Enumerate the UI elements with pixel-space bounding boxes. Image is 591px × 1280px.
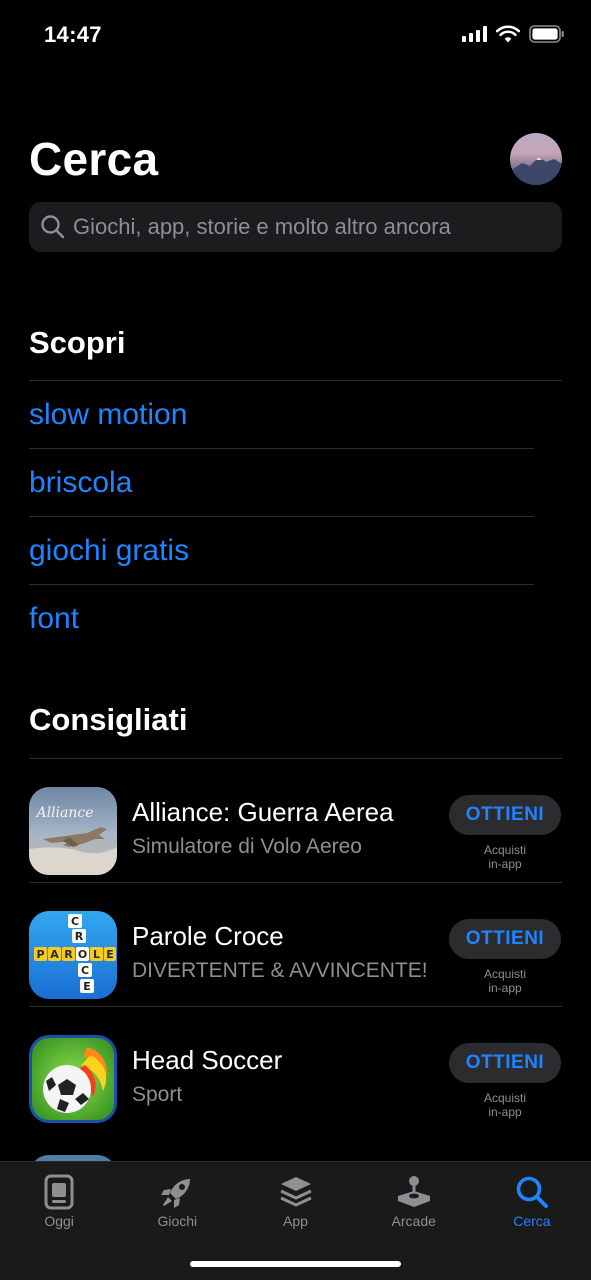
app-row-alliance[interactable]: Alliance Alliance: Guerra Aerea Simulato…	[29, 759, 562, 883]
today-icon	[44, 1174, 74, 1210]
search-field[interactable]: Giochi, app, storie e molto altro ancora	[29, 202, 562, 252]
svg-text:Alliance: Alliance	[34, 805, 93, 821]
home-indicator[interactable]	[190, 1261, 401, 1267]
tab-bar: Oggi Giochi App Arcade Cerca	[0, 1161, 591, 1280]
wifi-icon	[496, 25, 520, 43]
svg-text:P: P	[36, 948, 44, 961]
crossword-icon: C R C E P A R O L E	[29, 911, 117, 999]
battery-icon	[529, 25, 564, 43]
discover-item-briscola[interactable]: briscola	[29, 449, 534, 517]
tab-cerca[interactable]: Cerca	[473, 1162, 591, 1242]
get-button[interactable]: OTTIENI	[449, 1043, 561, 1083]
layers-icon	[279, 1177, 312, 1207]
discover-item-font[interactable]: font	[29, 585, 534, 653]
tab-label: App	[283, 1213, 308, 1229]
status-bar: 14:47	[0, 0, 591, 72]
status-icons	[462, 25, 565, 43]
in-app-purchases-note: Acquisti in-app	[483, 1091, 527, 1119]
app-subtitle: Sport	[132, 1083, 183, 1106]
svg-text:C: C	[81, 964, 89, 977]
svg-text:E: E	[106, 948, 114, 961]
svg-text:R: R	[64, 948, 73, 961]
search-placeholder: Giochi, app, storie e molto altro ancora	[73, 214, 451, 239]
app-subtitle: DIVERTENTE & AVVINCENTE!	[132, 959, 428, 982]
joystick-icon	[397, 1176, 430, 1207]
suggested-section-title: Consigliati	[29, 702, 188, 737]
account-avatar[interactable]	[510, 133, 562, 185]
search-icon	[516, 1176, 548, 1208]
suggested-app-list: Alliance Alliance: Guerra Aerea Simulato…	[29, 759, 562, 1131]
app-subtitle: Simulatore di Volo Aereo	[132, 835, 362, 858]
svg-text:C: C	[71, 915, 79, 928]
tab-app[interactable]: App	[236, 1162, 354, 1242]
discover-section-title: Scopri	[29, 325, 126, 360]
svg-text:E: E	[83, 980, 91, 993]
app-row-parole-croce[interactable]: C R C E P A R O L E Parole Croce DIVERTE…	[29, 883, 562, 1007]
tab-label: Arcade	[391, 1213, 436, 1229]
app-name: Head Soccer	[132, 1045, 283, 1075]
tab-arcade[interactable]: Arcade	[355, 1162, 473, 1242]
discover-item-giochi-gratis[interactable]: giochi gratis	[29, 517, 534, 585]
discover-list: slow motion briscola giochi gratis font	[29, 381, 534, 653]
search-icon	[41, 215, 65, 239]
app-name: Alliance: Guerra Aerea	[132, 797, 394, 827]
in-app-purchases-note: Acquisti in-app	[483, 843, 527, 871]
status-time: 14:47	[44, 22, 102, 47]
discover-item-slow-motion[interactable]: slow motion	[29, 381, 534, 449]
app-store-search-screen: 14:47 Cerca Giochi, app, storie e molto …	[0, 0, 591, 1280]
tab-label: Cerca	[513, 1213, 551, 1229]
cellular-signal-icon	[462, 26, 487, 42]
rocket-icon	[161, 1179, 191, 1208]
svg-text:R: R	[75, 930, 84, 943]
get-button[interactable]: OTTIENI	[449, 795, 561, 835]
svg-text:O: O	[78, 948, 87, 961]
get-button[interactable]: OTTIENI	[449, 919, 561, 959]
app-row-head-soccer[interactable]: Head Soccer Sport OTTIENI Acquisti in-app	[29, 1007, 562, 1131]
tab-oggi[interactable]: Oggi	[0, 1162, 118, 1242]
jet-icon: Alliance	[29, 787, 117, 875]
soccer-ball-icon	[29, 1035, 117, 1123]
svg-text:L: L	[93, 948, 100, 961]
tab-giochi[interactable]: Giochi	[118, 1162, 236, 1242]
mountain-photo-icon	[510, 157, 562, 185]
svg-text:A: A	[50, 948, 59, 961]
page-title: Cerca	[29, 133, 159, 185]
tab-label: Oggi	[44, 1213, 74, 1229]
in-app-purchases-note: Acquisti in-app	[483, 967, 527, 995]
tab-label: Giochi	[157, 1213, 198, 1229]
app-name: Parole Croce	[132, 921, 284, 951]
